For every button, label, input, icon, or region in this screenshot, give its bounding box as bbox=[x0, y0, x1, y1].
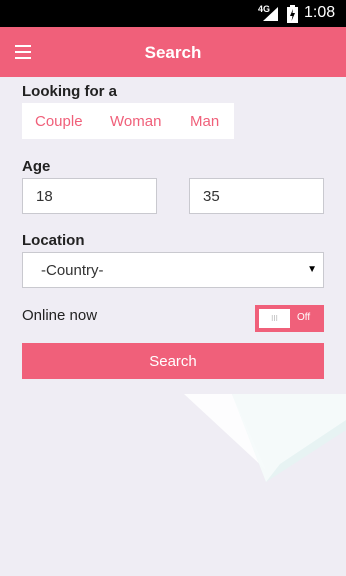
search-button[interactable]: Search bbox=[22, 343, 324, 379]
toggle-state-label: Off bbox=[297, 312, 311, 323]
location-label: Location bbox=[22, 232, 85, 249]
clock: 1:08 bbox=[304, 4, 336, 21]
age-min-input[interactable]: 18 bbox=[22, 178, 157, 214]
battery-charging-icon bbox=[287, 5, 298, 23]
option-man[interactable]: Man bbox=[190, 113, 219, 130]
age-max-input[interactable]: 35 bbox=[189, 178, 324, 214]
option-woman[interactable]: Woman bbox=[110, 113, 161, 130]
dropdown-arrow-icon: ▼ bbox=[307, 264, 317, 275]
toggle-knob: III bbox=[259, 309, 290, 328]
signal-icon bbox=[263, 7, 278, 21]
status-bar: 4G 1:08 bbox=[0, 0, 346, 27]
option-couple[interactable]: Couple bbox=[35, 113, 83, 130]
online-now-toggle[interactable]: III Off bbox=[255, 305, 324, 332]
looking-for-selector: Couple Woman Man bbox=[22, 103, 234, 139]
country-select-value: -Country- bbox=[41, 261, 104, 279]
online-now-label: Online now bbox=[22, 307, 98, 324]
looking-for-label: Looking for a bbox=[22, 83, 117, 100]
age-label: Age bbox=[22, 158, 51, 175]
country-select[interactable]: -Country- ▼ bbox=[22, 252, 324, 288]
page-title: Search bbox=[144, 43, 202, 62]
app-bar: Search bbox=[0, 27, 346, 77]
background-decoration bbox=[184, 394, 346, 482]
